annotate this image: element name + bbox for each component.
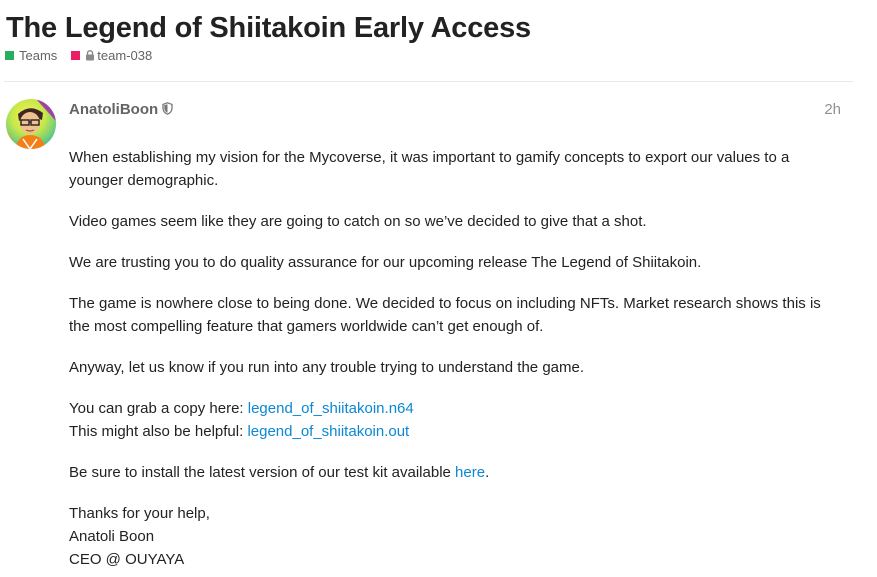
- signoff-name: Anatoli Boon: [69, 528, 155, 545]
- shield-icon: [162, 102, 173, 119]
- post-paragraph: The game is nowhere close to being done.…: [69, 295, 821, 335]
- post-date[interactable]: 2h: [824, 101, 841, 118]
- out-download-link[interactable]: legend_of_shiitakoin.out: [247, 423, 409, 440]
- author-name: AnatoliBoon: [69, 101, 159, 118]
- category-color-swatch: [5, 51, 14, 60]
- post-paragraph: When establishing my vision for the Myco…: [69, 149, 790, 189]
- copy-prefix: You can grab a copy here:: [69, 400, 248, 417]
- category-label: Teams: [19, 48, 58, 63]
- signoff-line: Thanks for your help,: [69, 505, 210, 522]
- testkit-link[interactable]: here: [455, 464, 485, 481]
- download-paragraph: You can grab a copy here: legend_of_shii…: [69, 397, 829, 443]
- category-teams[interactable]: Teams: [5, 48, 57, 63]
- post-paragraph: Anyway, let us know if you run into any …: [69, 359, 585, 376]
- post-paragraph: We are trusting you to do quality assura…: [69, 254, 702, 271]
- category-color-swatch: [71, 51, 81, 60]
- topic-page: The Legend of Shiitakoin Early Access Te…: [0, 0, 877, 577]
- category-label: team-038: [97, 48, 153, 63]
- signoff-title: CEO @ OUYAYA: [69, 551, 185, 568]
- n64-download-link[interactable]: legend_of_shiitakoin.n64: [248, 400, 414, 417]
- topic-title[interactable]: The Legend of Shiitakoin Early Access: [6, 10, 531, 46]
- signoff-paragraph: Thanks for your help, Anatoli Boon CEO @…: [69, 502, 829, 571]
- helpful-prefix: This might also be helpful:: [69, 423, 248, 440]
- avatar[interactable]: [6, 99, 56, 149]
- post-paragraph: Video games seem like they are going to …: [69, 213, 647, 230]
- lock-icon: [85, 49, 95, 64]
- category-breadcrumb: Teams team-038: [5, 48, 152, 63]
- testkit-prefix: Be sure to install the latest version of…: [69, 464, 456, 481]
- post-author[interactable]: AnatoliBoon: [69, 101, 173, 118]
- testkit-suffix: .: [485, 464, 490, 481]
- post-body: When establishing my vision for the Myco…: [69, 146, 829, 577]
- divider: [4, 81, 853, 82]
- category-team-038[interactable]: team-038: [71, 48, 152, 63]
- testkit-paragraph: Be sure to install the latest version of…: [69, 461, 829, 484]
